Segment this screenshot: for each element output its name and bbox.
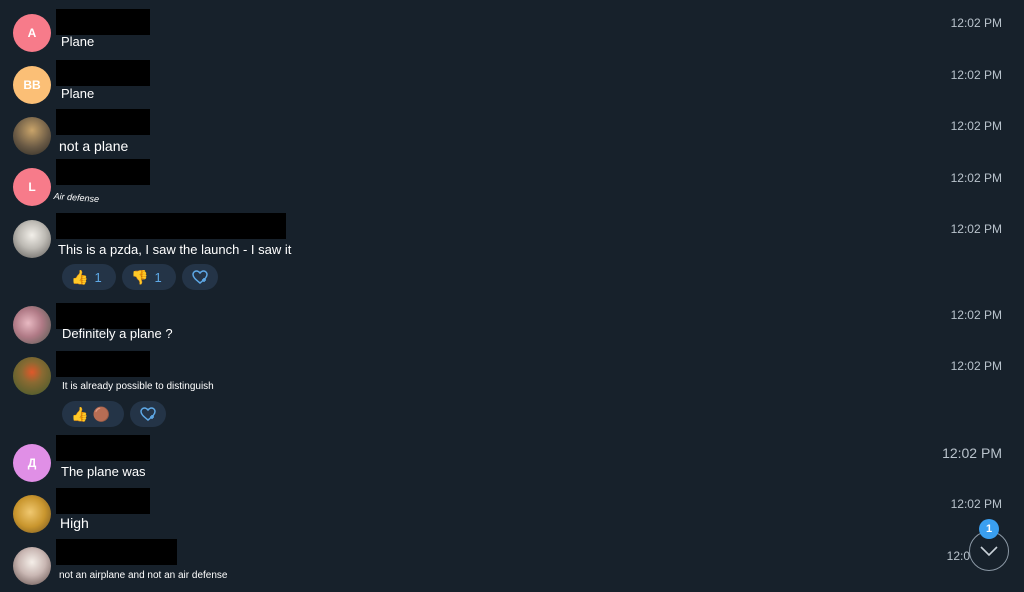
reaction-group[interactable]: 👍 🟤 xyxy=(62,401,124,427)
thumbs-down-icon: 👎 xyxy=(131,268,149,285)
message-time: 12:02 PM xyxy=(950,119,1002,133)
chat-message-list[interactable]: A Plane 12:02 PM BB Plane 12:02 PM not a… xyxy=(0,0,1024,592)
avatar[interactable] xyxy=(13,495,51,533)
message-time: 12:02 PM xyxy=(950,308,1002,322)
avatar[interactable] xyxy=(13,117,51,155)
message-text: not a plane xyxy=(59,138,129,154)
message-time: 12:0 xyxy=(946,549,970,563)
reaction-thumbs-down[interactable]: 👎 1 xyxy=(122,264,176,290)
avatar[interactable] xyxy=(13,220,51,258)
message-text: The plane was xyxy=(61,464,146,479)
avatar[interactable] xyxy=(13,547,51,585)
avatar[interactable]: Д xyxy=(13,444,51,482)
avatar[interactable]: L xyxy=(13,168,51,206)
unread-count-badge: 1 xyxy=(979,519,999,539)
user-reaction-avatar-icon: 🟤 xyxy=(92,405,110,422)
redacted-sender-name xyxy=(56,351,150,377)
avatar[interactable] xyxy=(13,357,51,395)
redacted-sender-name xyxy=(56,9,150,35)
redacted-sender-name xyxy=(56,159,150,185)
redacted-sender-name xyxy=(56,213,286,239)
reaction-bar: 👍 1 👎 1 xyxy=(62,264,218,290)
reaction-bar: 👍 🟤 xyxy=(62,401,166,427)
message-time: 12:02 PM xyxy=(942,445,1002,461)
message-text: Plane xyxy=(61,34,95,49)
message-text: This is a pzda, I saw the launch - I saw… xyxy=(58,242,292,257)
heart-plus-icon xyxy=(140,407,156,421)
message-text: It is already possible to distinguish xyxy=(62,381,214,392)
message-time: 12:02 PM xyxy=(950,16,1002,30)
message-time: 12:02 PM xyxy=(950,222,1002,236)
heart-plus-icon xyxy=(192,270,208,284)
message-text: Air defense xyxy=(53,191,100,205)
thumbs-up-icon: 👍 xyxy=(71,268,89,285)
message-text: Definitely a plane ? xyxy=(62,326,173,341)
redacted-sender-name xyxy=(56,435,150,461)
message-text: Plane xyxy=(61,86,95,101)
reaction-count: 1 xyxy=(154,269,162,285)
redacted-sender-name xyxy=(56,60,150,86)
avatar[interactable] xyxy=(13,306,51,344)
avatar[interactable]: A xyxy=(13,14,51,52)
message-time: 12:02 PM xyxy=(950,171,1002,185)
thumbs-up-icon: 👍 xyxy=(71,405,89,422)
reaction-thumbs-up[interactable]: 👍 1 xyxy=(62,264,116,290)
message-time: 12:02 PM xyxy=(950,497,1002,511)
redacted-sender-name xyxy=(56,109,150,135)
message-time: 12:02 PM xyxy=(950,68,1002,82)
redacted-sender-name xyxy=(56,539,177,565)
avatar[interactable]: BB xyxy=(13,66,51,104)
message-text: High xyxy=(60,515,89,531)
message-time: 12:02 PM xyxy=(950,359,1002,373)
reaction-count: 1 xyxy=(94,269,102,285)
add-reaction-button[interactable] xyxy=(182,264,218,290)
message-text: not an airplane and not an air defense xyxy=(59,570,228,581)
redacted-sender-name xyxy=(56,488,150,514)
add-reaction-button[interactable] xyxy=(130,401,166,427)
chevron-down-icon xyxy=(980,546,998,557)
